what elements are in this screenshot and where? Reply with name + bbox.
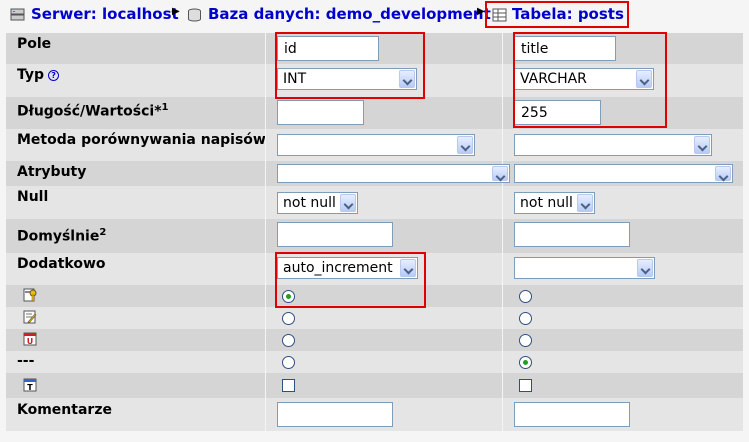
field-name-input-2[interactable] — [514, 36, 616, 61]
label-comment: Komentarze — [17, 402, 112, 418]
index-radio-1[interactable] — [282, 312, 295, 325]
breadcrumb-arrow-icon: ▶ — [172, 6, 180, 17]
label-no-key: --- — [17, 353, 35, 369]
row-length: Długość/Wartości*1 — [6, 97, 743, 129]
primary-key-radio-1[interactable] — [282, 290, 295, 303]
index-icon — [23, 310, 37, 324]
breadcrumb-server-link[interactable]: Serwer: localhost — [31, 5, 179, 23]
type-select-2[interactable]: VARCHAR — [514, 68, 654, 90]
collation-select-1[interactable] — [277, 134, 475, 156]
field-name-input-1[interactable] — [277, 36, 379, 61]
default-input-2[interactable] — [514, 222, 630, 247]
unique-radio-1[interactable] — [282, 334, 295, 347]
fulltext-checkbox-2[interactable] — [519, 379, 532, 392]
row-field-name: Pole — [6, 33, 743, 64]
server-icon — [10, 8, 25, 21]
label-null: Null — [17, 189, 49, 205]
fulltext-icon: T — [23, 378, 37, 392]
breadcrumb: Serwer: localhost ▶ Baza danych: demo_de… — [0, 0, 749, 31]
label-type: Typ? — [6, 64, 265, 97]
svg-text:U: U — [27, 337, 34, 346]
type-select-1[interactable]: INT — [277, 68, 417, 90]
no-key-radio-2[interactable] — [519, 356, 532, 369]
index-radio-2[interactable] — [519, 312, 532, 325]
svg-text:T: T — [27, 383, 33, 392]
unique-radio-2[interactable] — [519, 334, 532, 347]
label-extra: Dodatkowo — [17, 256, 106, 272]
help-icon[interactable]: ? — [48, 70, 60, 81]
no-key-radio-1[interactable] — [282, 356, 295, 369]
chevron-down-icon — [636, 70, 652, 88]
database-icon — [188, 8, 201, 22]
extra-select-2[interactable] — [514, 257, 655, 279]
chevron-down-icon — [577, 194, 593, 212]
comment-input-2[interactable] — [514, 402, 630, 427]
null-select-2[interactable]: not null — [514, 192, 595, 214]
chevron-down-icon — [715, 166, 731, 181]
default-input-1[interactable] — [277, 222, 393, 247]
row-attributes: Atrybuty — [6, 161, 743, 186]
attributes-select-2[interactable] — [514, 164, 733, 183]
footnote-1: 1 — [161, 102, 169, 113]
unique-icon: U — [23, 332, 37, 346]
chevron-down-icon — [694, 136, 710, 154]
extra-select-1-value: auto_increment — [283, 260, 393, 276]
row-extra: Dodatkowo auto_increment — [6, 253, 743, 285]
chevron-down-icon — [457, 136, 473, 154]
primary-key-icon — [23, 288, 37, 302]
null-select-2-value: not null — [520, 195, 573, 211]
row-index — [6, 307, 743, 329]
breadcrumb-table-link[interactable]: Tabela: posts — [512, 5, 624, 23]
chevron-down-icon — [400, 259, 416, 277]
table-icon — [492, 8, 507, 22]
label-length: Długość/Wartości*1 — [6, 97, 265, 129]
chevron-down-icon — [399, 70, 415, 88]
label-attributes: Atrybuty — [17, 164, 87, 180]
chevron-down-icon — [637, 259, 653, 277]
row-unique: U — [6, 329, 743, 351]
type-select-2-value: VARCHAR — [520, 71, 587, 87]
fulltext-checkbox-1[interactable] — [282, 379, 295, 392]
attributes-select-1[interactable] — [277, 164, 510, 183]
length-input-1[interactable] — [277, 100, 364, 125]
breadcrumb-arrow-icon: ▶ — [477, 6, 485, 17]
type-select-1-value: INT — [283, 71, 307, 87]
footnote-2: 2 — [99, 227, 107, 238]
row-collation: Metoda porównywania napisów — [6, 129, 743, 161]
chevron-down-icon — [340, 194, 356, 212]
row-no-key: --- — [6, 351, 743, 373]
row-comment: Komentarze — [6, 398, 743, 431]
breadcrumb-database-link[interactable]: Baza danych: demo_development — [208, 5, 491, 23]
null-select-1[interactable]: not null — [277, 192, 358, 214]
label-type-text: Typ — [17, 67, 45, 83]
row-fulltext: T — [6, 373, 743, 398]
row-default: Domyślnie2 — [6, 219, 743, 253]
label-length-text: Długość/Wartości* — [17, 103, 162, 120]
label-default-text: Domyślnie — [17, 228, 100, 245]
comment-input-1[interactable] — [277, 402, 393, 427]
primary-key-radio-2[interactable] — [519, 290, 532, 303]
label-collation: Metoda porównywania napisów — [17, 132, 266, 148]
label-default: Domyślnie2 — [6, 219, 265, 253]
collation-select-2[interactable] — [514, 134, 712, 156]
length-input-2[interactable] — [514, 100, 601, 125]
row-null: Null not null not null — [6, 186, 743, 219]
null-select-1-value: not null — [283, 195, 336, 211]
label-field-name: Pole — [17, 36, 52, 52]
extra-select-1[interactable]: auto_increment — [277, 257, 418, 279]
row-primary-key — [6, 285, 743, 307]
chevron-down-icon — [492, 166, 508, 181]
row-type: Typ? INT VARCHAR — [6, 64, 743, 97]
